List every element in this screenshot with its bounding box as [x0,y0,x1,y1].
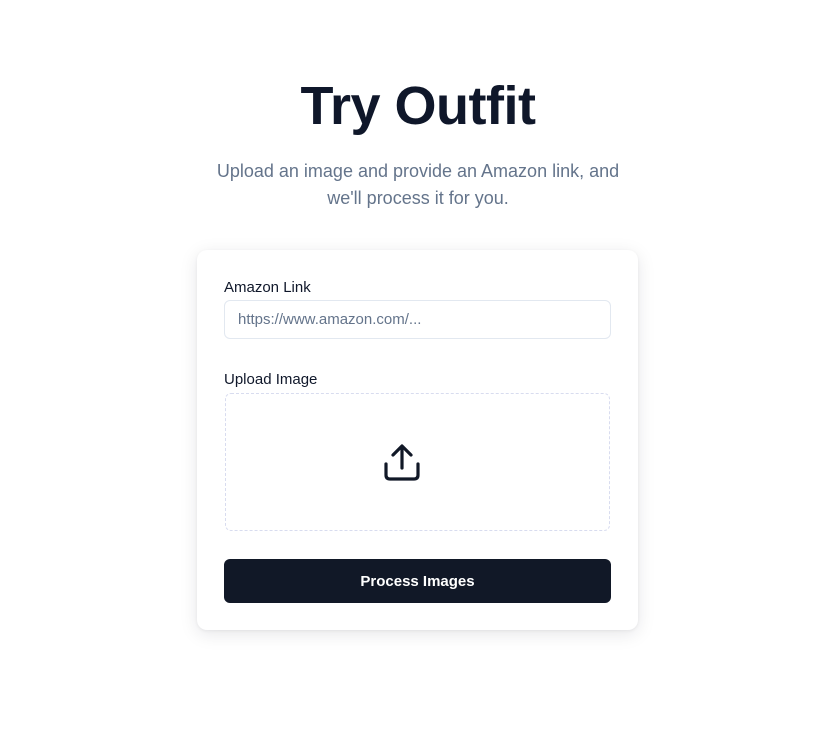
upload-form-card: Amazon Link Upload Image Process Images [197,250,638,630]
image-dropzone[interactable] [225,393,610,531]
amazon-link-input[interactable] [224,300,611,339]
amazon-link-label: Amazon Link [224,279,311,296]
page-title: Try Outfit [300,76,537,136]
process-images-button[interactable]: Process Images [224,559,611,603]
page-subtitle: Upload an image and provide an Amazon li… [216,161,620,208]
upload-icon [382,442,422,482]
upload-image-label: Upload Image [224,371,318,388]
try-outfit-page: Try Outfit Upload an image and provide a… [0,0,832,752]
